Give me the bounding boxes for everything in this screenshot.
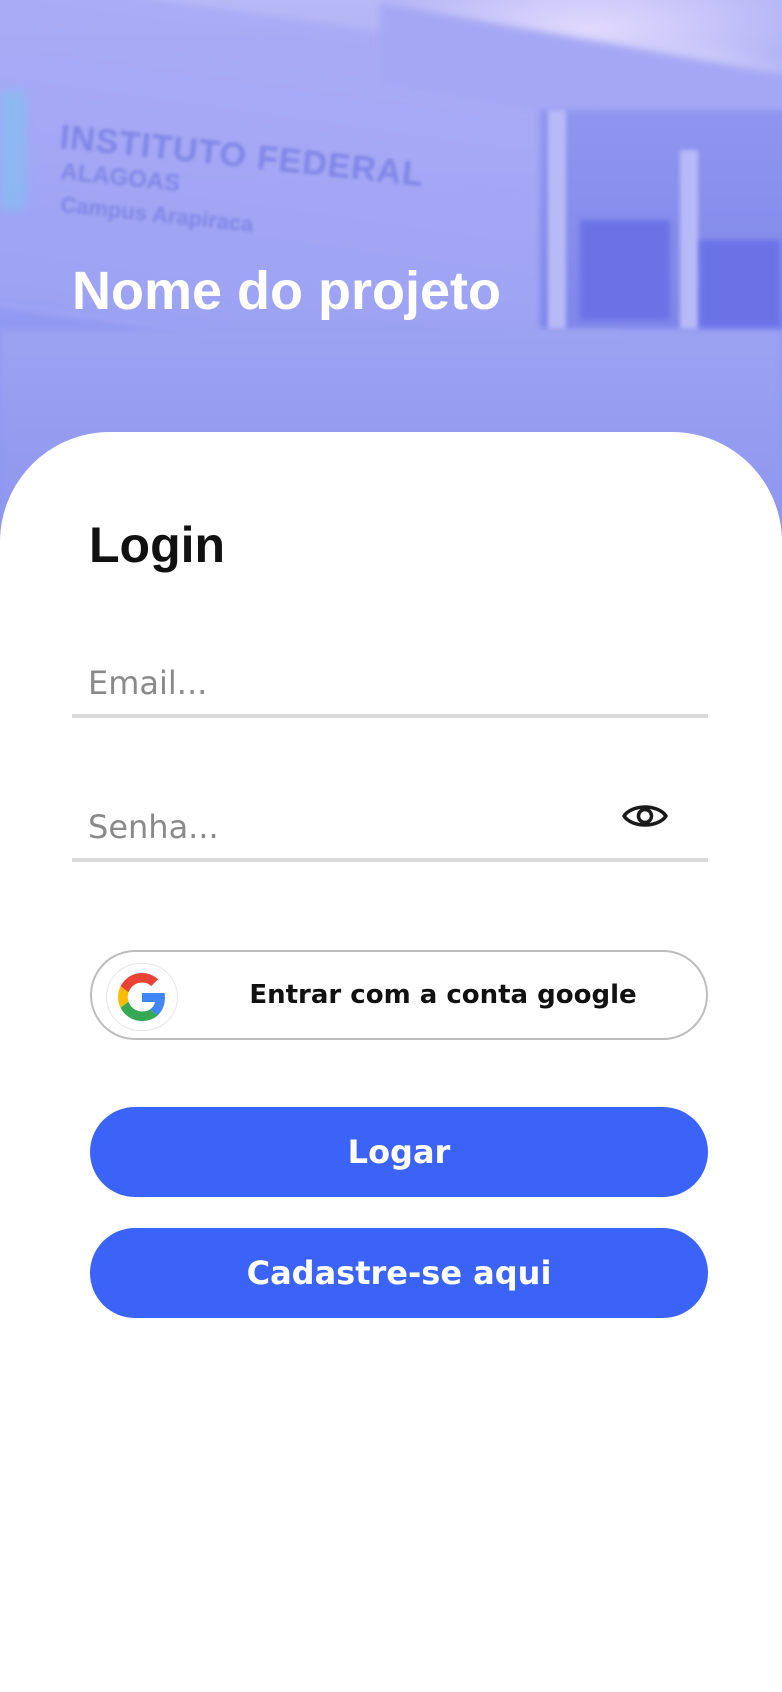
facade-accent [0, 90, 26, 210]
login-button[interactable]: Logar [90, 1107, 708, 1197]
google-button-label: Entrar com a conta google [249, 980, 637, 1010]
login-heading: Login [89, 517, 226, 573]
login-card [0, 432, 782, 1692]
building-pillar [680, 150, 698, 330]
building-window [580, 220, 670, 320]
email-input[interactable] [88, 658, 628, 708]
google-logo-icon [107, 964, 177, 1030]
password-field [72, 792, 708, 862]
project-title: Nome do projeto [72, 261, 501, 321]
google-login-button[interactable]: Entrar com a conta google [90, 950, 708, 1040]
building-pillar [548, 110, 566, 330]
building-window [700, 240, 780, 330]
register-button[interactable]: Cadastre-se aqui [90, 1228, 708, 1318]
email-field [72, 648, 708, 718]
password-input[interactable] [88, 802, 628, 852]
eye-icon[interactable] [620, 793, 670, 839]
